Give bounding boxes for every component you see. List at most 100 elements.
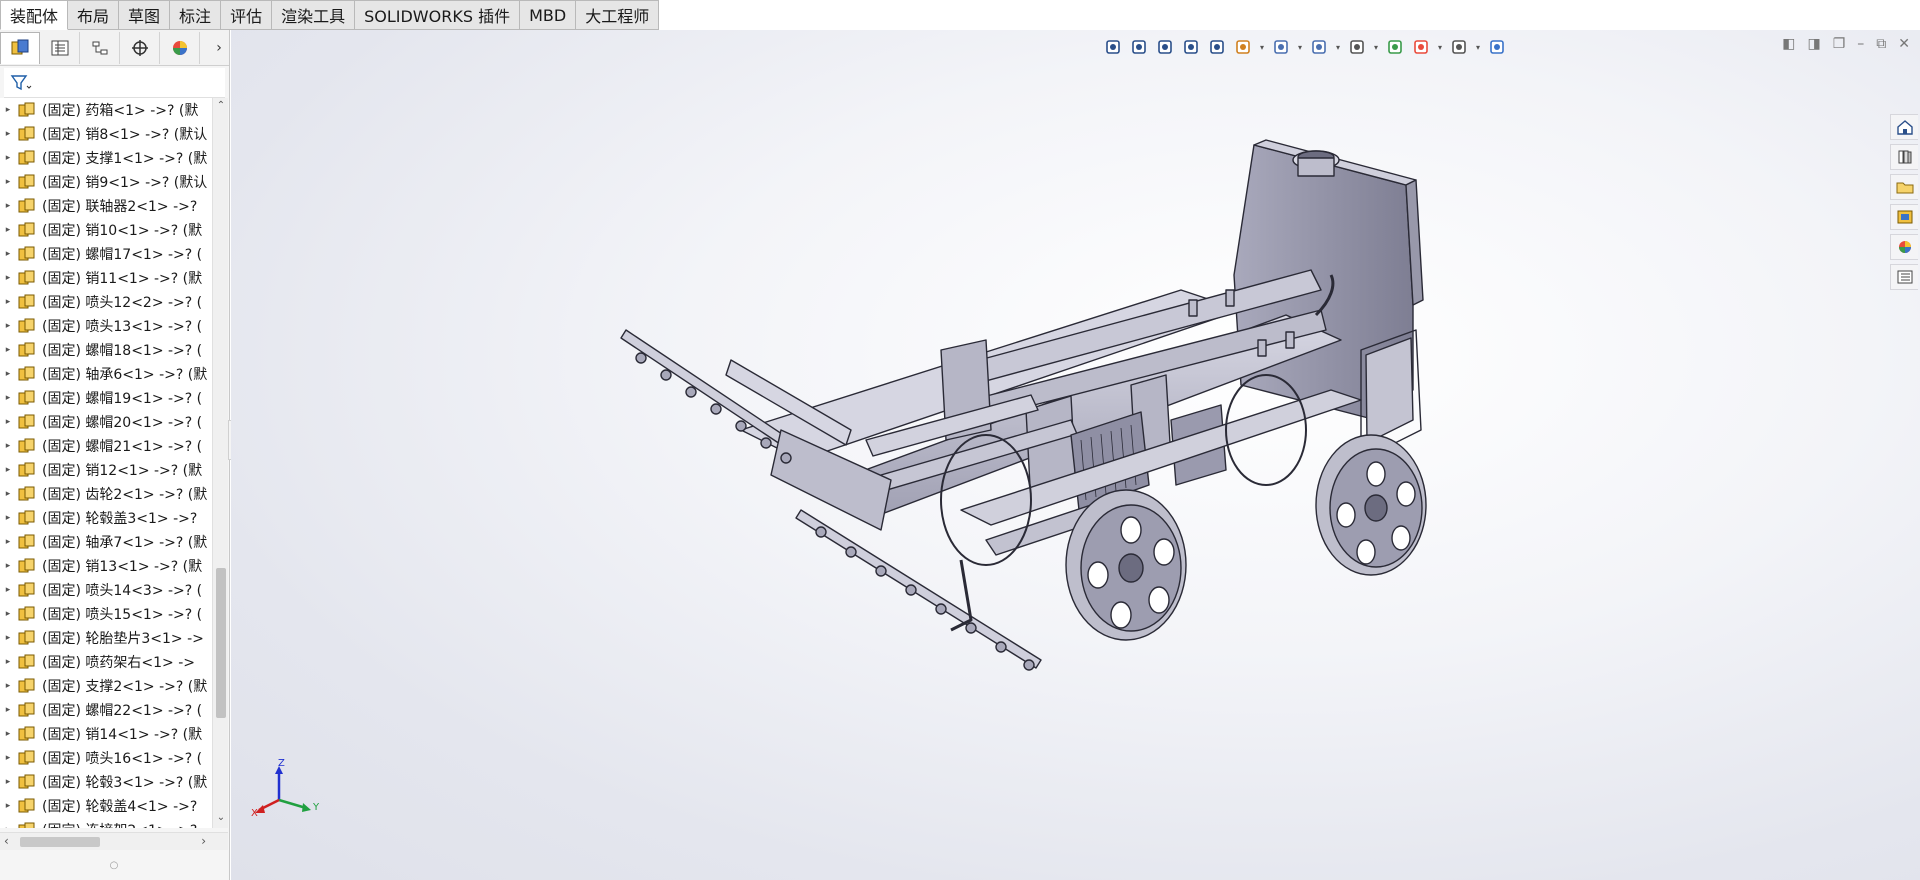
expand-arrow-icon[interactable]: ▸ [0, 633, 16, 643]
section-view-icon[interactable] [1205, 36, 1229, 58]
expand-arrow-icon[interactable]: ▸ [0, 825, 16, 828]
tree-item[interactable]: ▸ (固定) 螺帽17<1> ->? ( [0, 242, 212, 266]
tree-item[interactable]: ▸ (固定) 齿轮2<1> ->? (默 [0, 482, 212, 506]
appearances-scenes-icon[interactable] [1890, 234, 1918, 260]
expand-arrow-icon[interactable]: ▸ [0, 369, 16, 379]
displaymanager-tab[interactable] [160, 31, 200, 64]
tree-item[interactable]: ▸ (固定) 销11<1> ->? (默 [0, 266, 212, 290]
expand-arrow-icon[interactable]: ▸ [0, 225, 16, 235]
view-settings-icon[interactable] [1447, 36, 1471, 58]
expand-arrow-icon[interactable]: ▸ [0, 489, 16, 499]
expand-arrow-icon[interactable]: ▸ [0, 129, 16, 139]
tree-horizontal-scrollbar[interactable]: ‹ › [0, 832, 228, 850]
file-explorer-icon[interactable] [1890, 174, 1918, 200]
tree-item[interactable]: ▸ (固定) 联轴器2<1> ->? [0, 194, 212, 218]
tree-item[interactable]: ▸ (固定) 轮毂盖4<1> ->? [0, 794, 212, 818]
apply-scene-icon[interactable] [1409, 36, 1433, 58]
tree-item[interactable]: ▸ (固定) 喷头14<3> ->? ( [0, 578, 212, 602]
hscroll-thumb[interactable] [20, 837, 100, 847]
tab-markup[interactable]: 标注 [170, 0, 222, 30]
assembly-model-sprayer-cart[interactable] [481, 100, 1481, 780]
tile-left-icon[interactable]: ◧ [1782, 36, 1795, 52]
scroll-down-icon[interactable]: ⌄ [215, 812, 227, 826]
configurationmanager-tab[interactable] [80, 31, 120, 64]
tree-item[interactable]: ▸ (固定) 螺帽19<1> ->? ( [0, 386, 212, 410]
graphics-area[interactable]: ▾ ▾ ▾ ▾ ▾ ▾ ◧ ◨ ❐ – ⧉ ✕ Z Y X [231, 30, 1920, 880]
expand-arrow-icon[interactable]: ▸ [0, 609, 16, 619]
previous-view-icon[interactable] [1179, 36, 1203, 58]
expand-arrow-icon[interactable]: ▸ [0, 513, 16, 523]
chevron-down-icon[interactable]: ▾ [1473, 43, 1483, 52]
tree-item[interactable]: ▸ (固定) 药箱<1> ->? (默 [0, 98, 212, 122]
expand-arrow-icon[interactable]: ▸ [0, 777, 16, 787]
tree-item[interactable]: ▸ (固定) 喷头12<2> ->? ( [0, 290, 212, 314]
edit-appearance-icon[interactable] [1383, 36, 1407, 58]
expand-arrow-icon[interactable]: ▸ [0, 177, 16, 187]
tree-item[interactable]: ▸ (固定) 喷头13<1> ->? ( [0, 314, 212, 338]
minimize-icon[interactable]: – [1857, 36, 1864, 52]
restore-down-icon[interactable]: ⧉ [1876, 36, 1886, 52]
zoom-to-area-icon[interactable] [1153, 36, 1177, 58]
tab-solidworks-addins[interactable]: SOLIDWORKS 插件 [355, 0, 521, 30]
display-style-icon[interactable] [1307, 36, 1331, 58]
expand-arrow-icon[interactable]: ▸ [0, 249, 16, 259]
expand-arrow-icon[interactable]: ▸ [0, 321, 16, 331]
tree-item[interactable]: ▸ (固定) 销9<1> ->? (默认 [0, 170, 212, 194]
tree-vertical-scrollbar[interactable]: ⌃ ⌄ [212, 98, 228, 828]
propertymanager-tab[interactable] [40, 31, 80, 64]
tab-assembly[interactable]: 装配体 [0, 0, 69, 30]
expand-arrow-icon[interactable]: ▸ [0, 681, 16, 691]
tree-item[interactable]: ▸ (固定) 螺帽18<1> ->? ( [0, 338, 212, 362]
expand-arrow-icon[interactable]: ▸ [0, 297, 16, 307]
expand-arrow-icon[interactable]: ▸ [0, 441, 16, 451]
expand-arrow-icon[interactable]: ▸ [0, 201, 16, 211]
tree-item[interactable]: ▸ (固定) 销10<1> ->? (默 [0, 218, 212, 242]
expand-arrow-icon[interactable]: ▸ [0, 417, 16, 427]
tree-item[interactable]: ▸ (固定) 销8<1> ->? (默认 [0, 122, 212, 146]
chevron-down-icon[interactable]: ▾ [1295, 43, 1305, 52]
tree-item[interactable]: ▸ (固定) 连接架2<1> ->? [0, 818, 212, 828]
expand-arrow-icon[interactable]: ▸ [0, 105, 16, 115]
expand-arrow-icon[interactable]: ▸ [0, 537, 16, 547]
tab-render-tools[interactable]: 渲染工具 [272, 0, 356, 30]
expand-arrow-icon[interactable]: ▸ [0, 705, 16, 715]
tab-mbd[interactable]: MBD [520, 0, 577, 30]
restore-icon[interactable]: ❐ [1833, 36, 1846, 52]
tree-item[interactable]: ▸ (固定) 销14<1> ->? (默 [0, 722, 212, 746]
view-orientation-icon[interactable] [1101, 36, 1125, 58]
scroll-thumb[interactable] [216, 568, 226, 718]
tree-item[interactable]: ▸ (固定) 支撑1<1> ->? (默 [0, 146, 212, 170]
tree-item[interactable]: ▸ (固定) 喷头16<1> ->? ( [0, 746, 212, 770]
expand-arrow-icon[interactable]: ▸ [0, 273, 16, 283]
expand-arrow-icon[interactable]: ▸ [0, 585, 16, 595]
close-icon[interactable]: ✕ [1898, 36, 1910, 52]
tab-sketch[interactable]: 草图 [119, 0, 171, 30]
tree-item[interactable]: ▸ (固定) 轮毂3<1> ->? (默 [0, 770, 212, 794]
tab-layout[interactable]: 布局 [68, 0, 120, 30]
expand-arrow-icon[interactable]: ▸ [0, 561, 16, 571]
dynamic-annotation-icon[interactable] [1231, 36, 1255, 58]
view-palette-icon[interactable] [1890, 204, 1918, 230]
tree-item[interactable]: ▸ (固定) 销12<1> ->? (默 [0, 458, 212, 482]
expand-arrow-icon[interactable]: ▸ [0, 465, 16, 475]
view-orientation-dropdown-icon[interactable] [1269, 36, 1293, 58]
chevron-down-icon[interactable]: ▾ [1435, 43, 1445, 52]
featuremanager-tab[interactable] [0, 31, 40, 64]
tile-right-icon[interactable]: ◨ [1807, 36, 1820, 52]
expand-arrow-icon[interactable]: ▸ [0, 657, 16, 667]
tree-item[interactable]: ▸ (固定) 喷药架右<1> -> [0, 650, 212, 674]
expand-arrow-icon[interactable]: ▸ [0, 393, 16, 403]
expand-arrow-icon[interactable]: ▸ [0, 801, 16, 811]
tree-item[interactable]: ▸ (固定) 轮毂盖3<1> ->? [0, 506, 212, 530]
tree-item[interactable]: ▸ (固定) 轴承6<1> ->? (默 [0, 362, 212, 386]
tree-item[interactable]: ▸ (固定) 轮胎垫片3<1> -> [0, 626, 212, 650]
chevron-down-icon[interactable]: ▾ [1333, 43, 1343, 52]
expand-arrow-icon[interactable]: ▸ [0, 753, 16, 763]
expand-arrow-icon[interactable]: ▸ [0, 345, 16, 355]
chevron-down-icon[interactable]: ▾ [1257, 43, 1267, 52]
tree-item[interactable]: ▸ (固定) 轴承7<1> ->? (默 [0, 530, 212, 554]
tab-big-engineer[interactable]: 大工程师 [576, 0, 660, 30]
panel-resize-grip[interactable]: ○ [0, 850, 228, 880]
scroll-up-icon[interactable]: ⌃ [215, 100, 227, 114]
tree-filter[interactable] [4, 68, 225, 98]
